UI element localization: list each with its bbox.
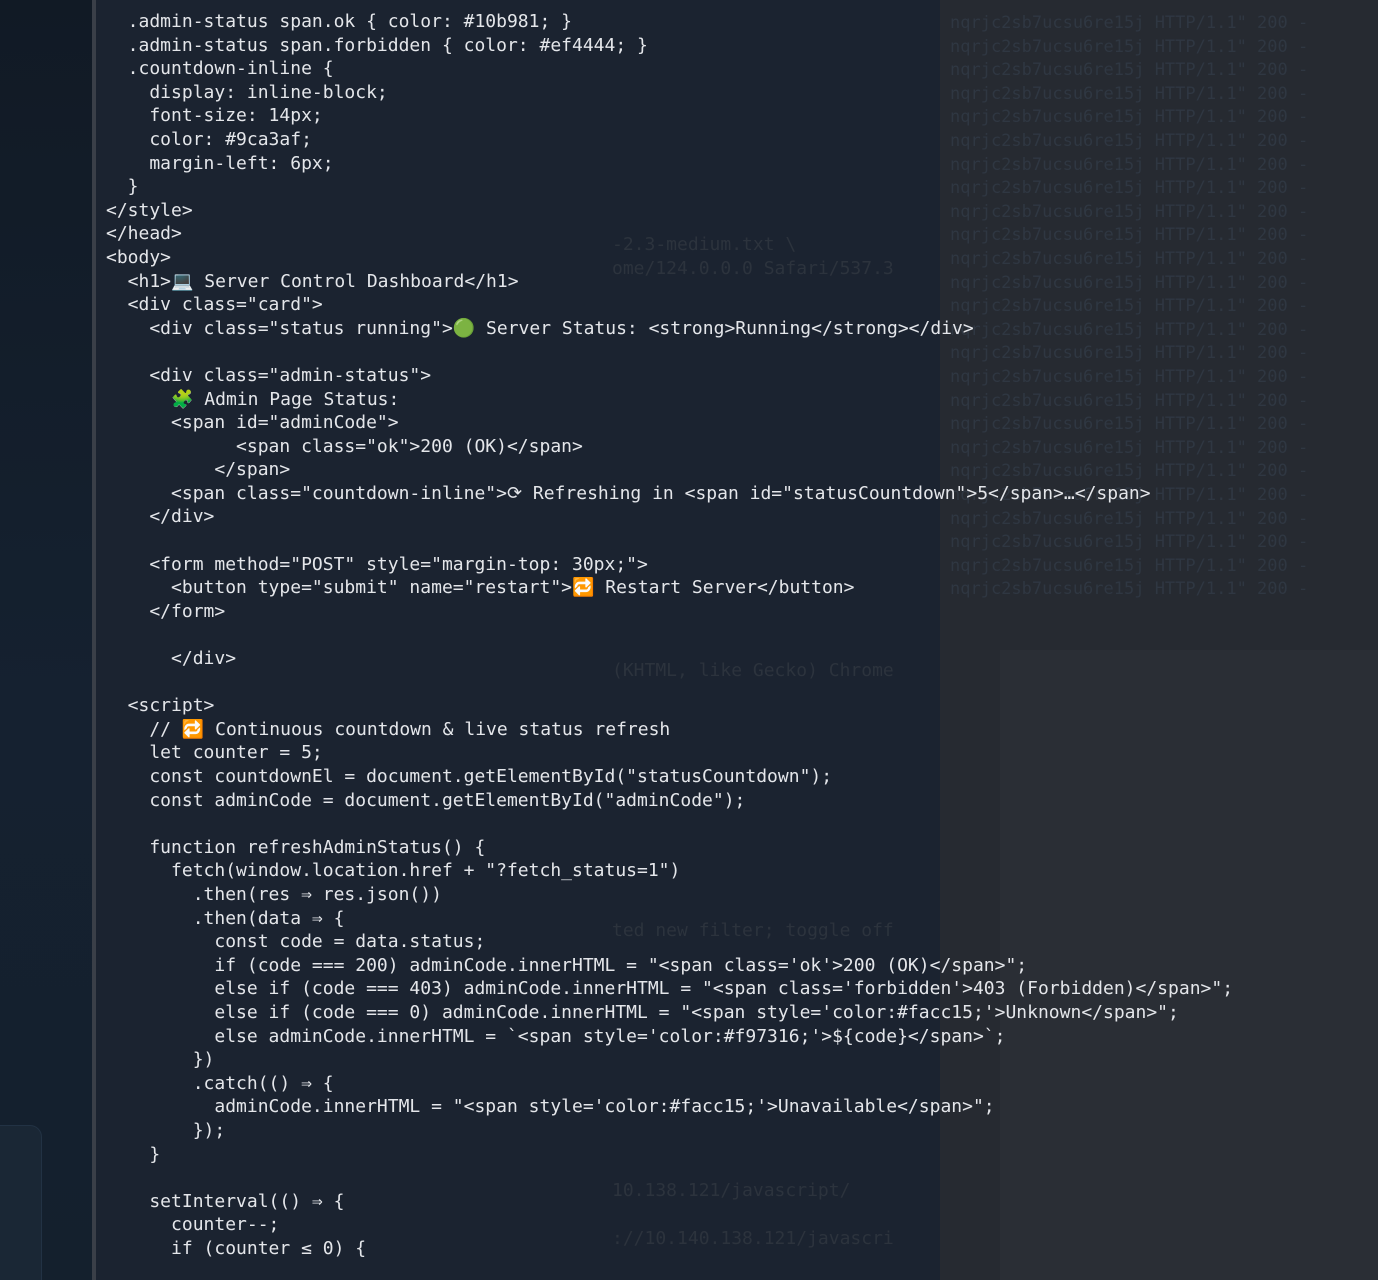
code-line[interactable]: </form>	[106, 600, 1233, 624]
code-line[interactable]: if (code === 200) adminCode.innerHTML = …	[106, 954, 1233, 978]
code-line[interactable]: </span>	[106, 458, 1233, 482]
code-line[interactable]: adminCode.innerHTML = "<span style='colo…	[106, 1095, 1233, 1119]
code-line[interactable]: <h1>💻 Server Control Dashboard</h1>	[106, 270, 1233, 294]
code-line[interactable]: .countdown-inline {	[106, 57, 1233, 81]
code-line[interactable]: <script>	[106, 694, 1233, 718]
code-line[interactable]: }	[106, 175, 1233, 199]
code-line[interactable]: setInterval(() ⇒ {	[106, 1190, 1233, 1214]
code-line[interactable]: </div>	[106, 647, 1233, 671]
code-line[interactable]: <form method="POST" style="margin-top: 3…	[106, 553, 1233, 577]
code-line[interactable]: color: #9ca3af;	[106, 128, 1233, 152]
code-line[interactable]: <div class="card">	[106, 293, 1233, 317]
code-line[interactable]: <span class="ok">200 (OK)</span>	[106, 435, 1233, 459]
desktop: nqrjc2sb7ucsu6re15j HTTP/1.1" 200 - nqrjc…	[0, 0, 1378, 1280]
code-line[interactable]: .then(res ⇒ res.json())	[106, 883, 1233, 907]
code-line[interactable]	[106, 671, 1233, 695]
code-line[interactable]: const adminCode = document.getElementByI…	[106, 789, 1233, 813]
code-line[interactable]: <div class="status running">🟢 Server Sta…	[106, 317, 1233, 341]
code-line[interactable]: let counter = 5;	[106, 741, 1233, 765]
left-desktop-strip	[0, 0, 92, 1280]
code-line[interactable]	[106, 1166, 1233, 1190]
code-line[interactable]: });	[106, 1119, 1233, 1143]
code-line[interactable]: counter--;	[106, 1213, 1233, 1237]
code-line[interactable]: }	[106, 1143, 1233, 1167]
code-line[interactable]: 🧩 Admin Page Status:	[106, 388, 1233, 412]
code-line[interactable]: })	[106, 1048, 1233, 1072]
code-line[interactable]: .admin-status span.forbidden { color: #e…	[106, 34, 1233, 58]
code-editor[interactable]: .admin-status span.ok { color: #10b981; …	[96, 0, 1378, 1280]
code-line[interactable]: const countdownEl = document.getElementB…	[106, 765, 1233, 789]
code-line[interactable]: else if (code === 403) adminCode.innerHT…	[106, 977, 1233, 1001]
code-line[interactable]: </div>	[106, 505, 1233, 529]
code-line[interactable]: <span id="adminCode">	[106, 411, 1233, 435]
code-line[interactable]: const code = data.status;	[106, 930, 1233, 954]
code-line[interactable]: font-size: 14px;	[106, 104, 1233, 128]
code-line[interactable]: <button type="submit" name="restart">🔁 R…	[106, 576, 1233, 600]
code-line[interactable]	[106, 623, 1233, 647]
code-line[interactable]: .admin-status span.ok { color: #10b981; …	[106, 10, 1233, 34]
code-line[interactable]: <span class="countdown-inline">⟳ Refresh…	[106, 482, 1233, 506]
code-line[interactable]: else adminCode.innerHTML = `<span style=…	[106, 1025, 1233, 1049]
code-line[interactable]: fetch(window.location.href + "?fetch_sta…	[106, 859, 1233, 883]
code-line[interactable]: if (counter ≤ 0) {	[106, 1237, 1233, 1261]
code-line[interactable]: .catch(() ⇒ {	[106, 1072, 1233, 1096]
left-widget	[0, 1125, 42, 1280]
code-text[interactable]: .admin-status span.ok { color: #10b981; …	[106, 10, 1233, 1260]
code-line[interactable]: </style>	[106, 199, 1233, 223]
code-line[interactable]: else if (code === 0) adminCode.innerHTML…	[106, 1001, 1233, 1025]
code-line[interactable]: </head>	[106, 222, 1233, 246]
code-line[interactable]: <body>	[106, 246, 1233, 270]
code-line[interactable]	[106, 529, 1233, 553]
code-line[interactable]: function refreshAdminStatus() {	[106, 836, 1233, 860]
code-line[interactable]: // 🔁 Continuous countdown & live status …	[106, 718, 1233, 742]
code-line[interactable]: <div class="admin-status">	[106, 364, 1233, 388]
code-line[interactable]	[106, 340, 1233, 364]
code-line[interactable]	[106, 812, 1233, 836]
code-line[interactable]: display: inline-block;	[106, 81, 1233, 105]
code-line[interactable]: margin-left: 6px;	[106, 152, 1233, 176]
code-line[interactable]: .then(data ⇒ {	[106, 907, 1233, 931]
